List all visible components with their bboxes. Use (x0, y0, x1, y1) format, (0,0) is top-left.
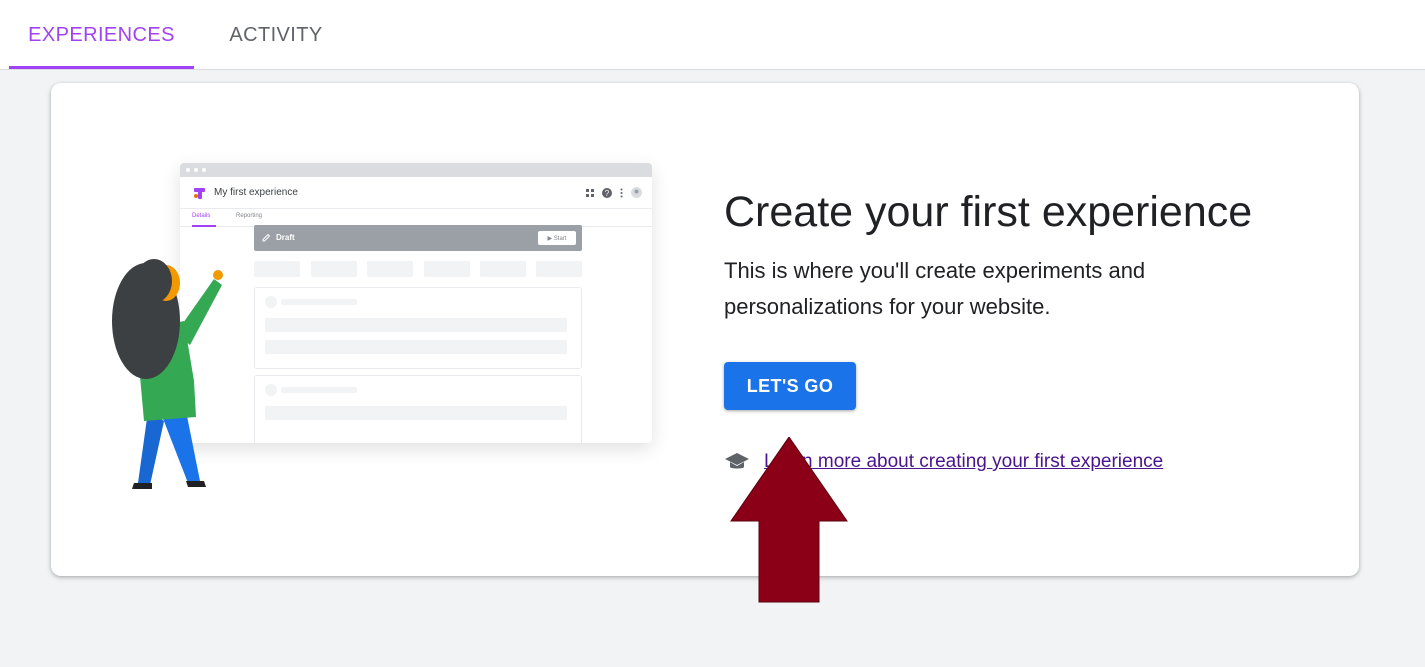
tab-bar: EXPERIENCES ACTIVITY (0, 0, 1425, 70)
illustration: My first experience ? Details Reporting … (106, 161, 676, 501)
tab-experiences[interactable]: EXPERIENCES (9, 0, 194, 70)
illustration-tab-details: Details (192, 213, 211, 219)
apps-grid-icon (586, 188, 594, 197)
help-icon: ? (602, 187, 612, 198)
illustration-browser-bar (180, 163, 652, 177)
optimize-logo-icon (194, 188, 205, 199)
illustration-tab-reporting: Reporting (236, 213, 263, 219)
empty-state-card: My first experience ? Details Reporting … (51, 83, 1359, 576)
woman-pointing-illustration (112, 259, 223, 489)
illustration-panel (254, 287, 582, 369)
lets-go-button[interactable]: LET'S GO (724, 362, 856, 410)
illustration-window-title: My first experience (214, 187, 298, 198)
illustration-status-bar: Draft ▶ Start (254, 225, 582, 251)
edit-icon (262, 233, 271, 242)
illustration-browser-window: My first experience ? Details Reporting … (180, 163, 652, 443)
tab-activity[interactable]: ACTIVITY (206, 0, 346, 70)
annotation-up-arrow (730, 437, 848, 603)
more-vert-icon (620, 188, 623, 197)
empty-state-title: Create your first experience (724, 188, 1253, 236)
illustration-status-label: Draft (276, 233, 295, 242)
illustration-panel (254, 375, 582, 443)
empty-state-description: This is where you'll create experiments … (724, 258, 1146, 319)
illustration-start-button: ▶ Start (538, 231, 576, 245)
account-avatar-icon (631, 187, 642, 198)
active-tab-indicator (9, 66, 194, 69)
illustration-app-bar: My first experience ? (180, 177, 652, 209)
svg-text:?: ? (605, 189, 610, 198)
